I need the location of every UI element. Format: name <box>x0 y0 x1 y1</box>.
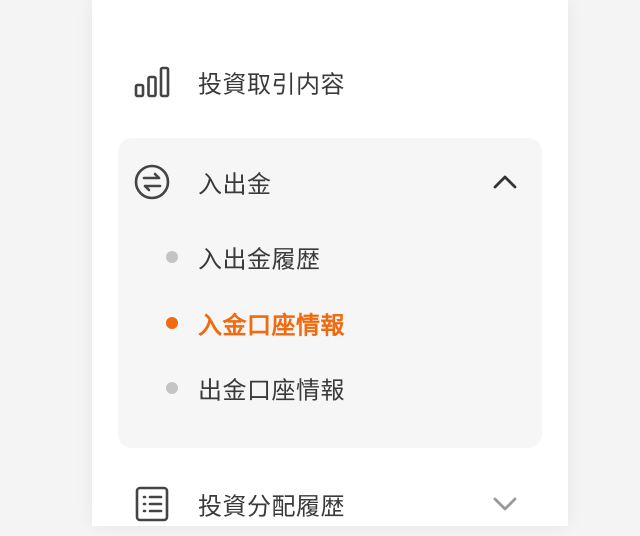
bullet-dot <box>166 382 178 394</box>
menu-item-label: 入出金 <box>198 170 272 199</box>
menu-item-label: 投資分配履歴 <box>198 492 345 521</box>
bullet-dot <box>166 251 178 263</box>
bar-chart-icon <box>132 62 172 102</box>
menu-item-deposit-withdrawal[interactable]: 入出金 <box>118 150 542 214</box>
submenu-item-deposit-withdrawal-history[interactable]: 入出金履歴 <box>164 235 524 279</box>
submenu-item-label: 出金口座情報 <box>198 376 345 405</box>
submenu-item-label: 入出金履歴 <box>198 245 321 274</box>
submenu-item-withdrawal-account-info[interactable]: 出金口座情報 <box>164 366 524 410</box>
menu-item-investment-distribution-history[interactable]: 投資分配履歴 <box>118 472 542 536</box>
menu-item-investment-transactions[interactable]: 投資取引内容 <box>118 50 542 114</box>
submenu-item-label: 入金口座情報 <box>198 311 345 340</box>
exchange-icon <box>132 162 172 202</box>
side-menu-panel: 投資取引内容 入出金 入出金履歴 入金口座情報 出金口座情報 投資分配履歴 <box>92 0 568 526</box>
submenu-item-deposit-account-info[interactable]: 入金口座情報 <box>164 301 524 345</box>
chevron-up-icon[interactable] <box>490 167 520 197</box>
chevron-down-icon[interactable] <box>490 489 520 519</box>
list-icon <box>132 484 172 524</box>
active-bullet-dot <box>166 317 178 329</box>
menu-item-label: 投資取引内容 <box>198 70 345 99</box>
menu-group-deposit-withdrawal: 入出金 入出金履歴 入金口座情報 出金口座情報 <box>118 138 542 448</box>
